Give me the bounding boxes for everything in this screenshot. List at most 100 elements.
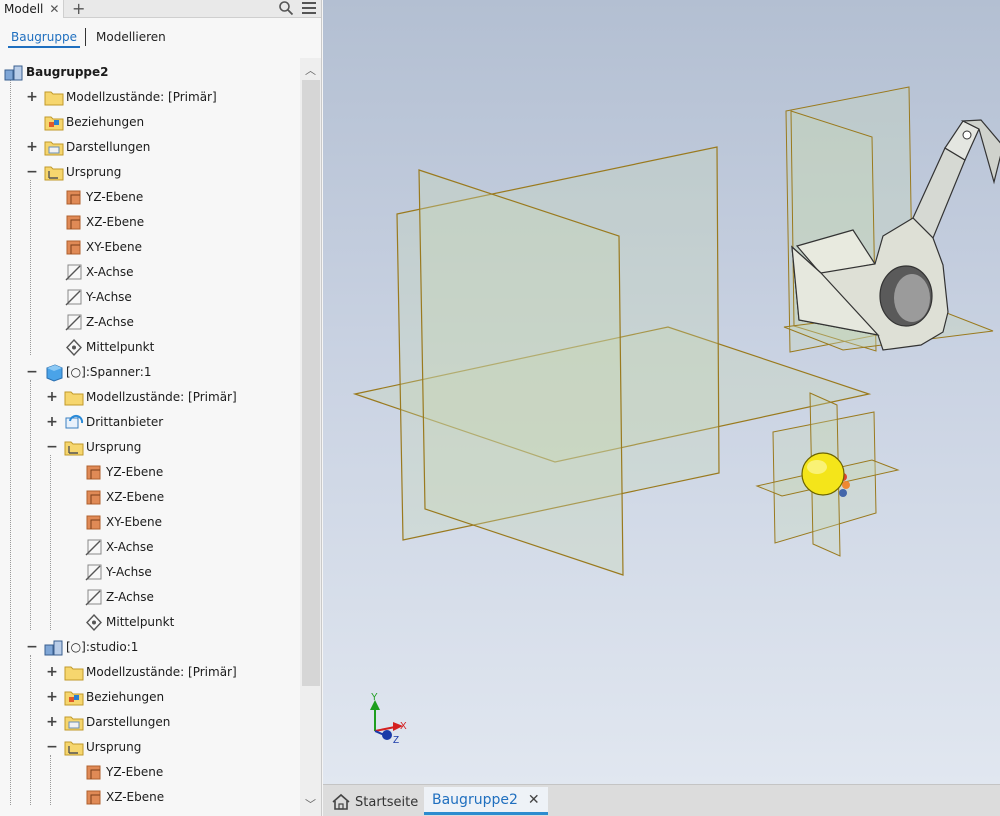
tree-node[interactable]: + Modellzustände: [Primär] [0, 385, 300, 410]
tree-node-label: Z-Achse [106, 590, 154, 604]
collapse-icon[interactable]: − [46, 740, 58, 754]
tree-node[interactable]: + Drittanbieter [0, 410, 300, 435]
plane-assembly-yz[interactable] [418, 169, 624, 576]
tree-node-label: [○]:Spanner:1 [66, 365, 152, 379]
tree-node-label: Modellzustände: [Primär] [86, 665, 237, 679]
tab-home-label: Startseite [355, 794, 419, 810]
expand-icon[interactable]: + [46, 715, 58, 729]
tree-node[interactable]: Baugruppe2 [0, 60, 300, 85]
tab-home[interactable]: Startseite [327, 789, 426, 815]
hamburger-menu-icon[interactable] [302, 2, 316, 14]
assembly-icon [4, 63, 24, 82]
tree-node-label: Darstellungen [86, 715, 171, 729]
add-tab-icon[interactable]: + [72, 0, 85, 18]
folder-icon [64, 388, 84, 407]
mode-switcher: Baugruppe Modellieren [0, 18, 321, 58]
tree-node[interactable]: − Ursprung [0, 735, 300, 760]
tree-node[interactable]: XZ-Ebene [0, 485, 300, 510]
tree-node[interactable]: Mittelpunkt [0, 335, 300, 360]
tree-node[interactable]: Y-Achse [0, 285, 300, 310]
scroll-up-icon[interactable]: ︿ [305, 62, 316, 78]
tree-node-label: XY-Ebene [106, 515, 163, 529]
expand-icon[interactable]: + [46, 690, 58, 704]
expand-icon[interactable]: + [46, 390, 58, 404]
tab-document-baugruppe2[interactable]: Baugruppe2 ✕ [424, 787, 548, 815]
close-icon[interactable]: ✕ [49, 2, 59, 16]
plane-icon [84, 763, 104, 782]
tree-node[interactable]: + Darstellungen [0, 710, 300, 735]
tree-node[interactable]: X-Achse [0, 535, 300, 560]
mode-separator [85, 28, 86, 46]
tree-node-label: YZ-Ebene [106, 765, 164, 779]
tree-node[interactable]: Z-Achse [0, 585, 300, 610]
tree-node[interactable]: YZ-Ebene [0, 185, 300, 210]
tree-node[interactable]: YZ-Ebene [0, 760, 300, 785]
tree-node[interactable]: Beziehungen [0, 110, 300, 135]
mode-tab-modeling[interactable]: Modellieren [96, 30, 166, 44]
tree-node[interactable]: XZ-Ebene [0, 210, 300, 235]
document-tab-bar: Startseite Baugruppe2 ✕ [323, 784, 1000, 816]
plane-icon [84, 513, 104, 532]
axis-icon [64, 263, 84, 282]
representations-folder-icon [44, 138, 64, 157]
tree-node-label: YZ-Ebene [86, 190, 144, 204]
tree-node-label: X-Achse [106, 540, 154, 554]
view-triad: Y X Z [370, 692, 407, 746]
tree-node-label: YZ-Ebene [106, 465, 164, 479]
expand-icon[interactable]: + [26, 140, 38, 154]
home-icon [332, 793, 350, 810]
collapse-icon[interactable]: − [26, 640, 38, 654]
search-icon[interactable] [278, 0, 294, 16]
tree-node[interactable]: X-Achse [0, 260, 300, 285]
tree-node[interactable]: − Ursprung [0, 435, 300, 460]
tree-node[interactable]: + Modellzustände: [Primär] [0, 660, 300, 685]
tree-node-label: Baugruppe2 [26, 65, 109, 79]
assembly-icon [44, 638, 64, 657]
scene-canvas[interactable]: Y X Z [323, 0, 1000, 784]
tree-node-label: Ursprung [86, 740, 142, 754]
tree-node[interactable]: XY-Ebene [0, 510, 300, 535]
plane-icon [84, 788, 104, 807]
tree-node[interactable]: − Ursprung [0, 160, 300, 185]
tree-node[interactable]: Z-Achse [0, 310, 300, 335]
mode-tab-assembly[interactable]: Baugruppe [8, 30, 80, 48]
tree-node-label: [○]:studio:1 [66, 640, 139, 654]
collapse-icon[interactable]: − [26, 165, 38, 179]
close-icon[interactable]: ✕ [528, 792, 540, 808]
tree-node[interactable]: XZ-Ebene [0, 785, 300, 810]
expand-icon[interactable]: + [46, 665, 58, 679]
tree-node[interactable]: XY-Ebene [0, 235, 300, 260]
relationships-folder-icon [44, 113, 64, 132]
tree-node[interactable]: − [○]:Spanner:1 [0, 360, 300, 385]
tree-node-label: XY-Ebene [86, 240, 143, 254]
tab-model[interactable]: Modell ✕ [0, 0, 65, 18]
scroll-down-icon[interactable]: ﹀ [305, 796, 316, 812]
tree-node[interactable]: + Beziehungen [0, 685, 300, 710]
tree-node-label: XZ-Ebene [106, 790, 165, 804]
tree-node[interactable]: Mittelpunkt [0, 610, 300, 635]
axis-icon [84, 538, 104, 557]
tree-node-label: Modellzustände: [Primär] [86, 390, 237, 404]
tree-node[interactable]: + Darstellungen [0, 135, 300, 160]
panel-tab-bar: Modell ✕ + [0, 0, 321, 18]
scroll-thumb[interactable] [302, 80, 320, 686]
axis-icon [64, 313, 84, 332]
tree-node[interactable]: Y-Achse [0, 560, 300, 585]
tree-node-label: Beziehungen [66, 115, 145, 129]
tree-node[interactable]: YZ-Ebene [0, 460, 300, 485]
expand-icon[interactable]: + [26, 90, 38, 104]
folder-icon [44, 88, 64, 107]
model-browser-panel: Modell ✕ + Baugruppe Modellieren Baugrup… [0, 0, 322, 816]
tree-node[interactable]: + Modellzustände: [Primär] [0, 85, 300, 110]
tree-node[interactable]: − [○]:studio:1 [0, 635, 300, 660]
center-point-icon [64, 338, 84, 357]
expand-icon[interactable]: + [46, 415, 58, 429]
part-icon [44, 363, 64, 382]
tree-node-label: Drittanbieter [86, 415, 164, 429]
tree-node-label: Ursprung [66, 165, 122, 179]
collapse-icon[interactable]: − [26, 365, 38, 379]
tree-scrollbar[interactable]: ︿ ﹀ [300, 58, 321, 816]
graphics-viewport[interactable]: Y X Z [323, 0, 1000, 784]
collapse-icon[interactable]: − [46, 440, 58, 454]
origin-folder-icon [44, 163, 64, 182]
